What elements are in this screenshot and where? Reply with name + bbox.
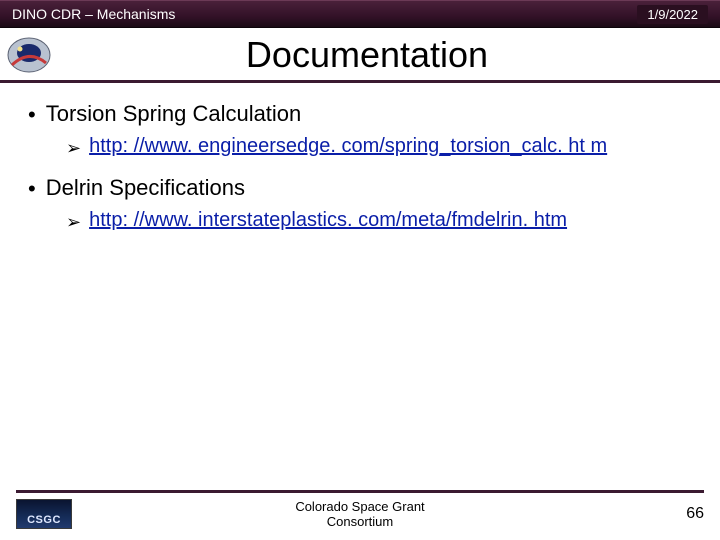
delrin-link[interactable]: http: //www. interstateplastics. com/met… xyxy=(89,209,567,232)
footer: CSGC Colorado Space Grant Consortium 66 xyxy=(0,484,720,540)
bullet-item: • Delrin Specifications xyxy=(28,175,692,203)
title-row: Documentation xyxy=(0,28,720,80)
bullet-icon: • xyxy=(28,101,36,129)
header-date: 1/9/2022 xyxy=(637,5,708,24)
bullet-item: • Torsion Spring Calculation xyxy=(28,101,692,129)
org-logo xyxy=(6,35,52,75)
csgc-logo: CSGC xyxy=(16,499,72,529)
sub-bullet: ➢ http: //www. interstateplastics. com/m… xyxy=(66,209,692,235)
footer-row: CSGC Colorado Space Grant Consortium 66 xyxy=(16,499,704,530)
bullet-icon: • xyxy=(28,175,36,203)
bullet-text: Torsion Spring Calculation xyxy=(46,101,302,127)
page-number: 66 xyxy=(648,505,704,523)
header-bar: DINO CDR – Mechanisms 1/9/2022 xyxy=(0,0,720,28)
footer-org: Colorado Space Grant Consortium xyxy=(72,499,648,530)
footer-org-line2: Consortium xyxy=(72,514,648,530)
sub-bullet: ➢ http: //www. engineersedge. com/spring… xyxy=(66,135,692,161)
header-title: DINO CDR – Mechanisms xyxy=(12,6,175,22)
footer-org-line1: Colorado Space Grant xyxy=(72,499,648,515)
slide: DINO CDR – Mechanisms 1/9/2022 Documenta… xyxy=(0,0,720,540)
footer-divider xyxy=(16,490,704,493)
torsion-spring-link[interactable]: http: //www. engineersedge. com/spring_t… xyxy=(89,135,607,158)
chevron-right-icon: ➢ xyxy=(66,209,81,235)
bullet-text: Delrin Specifications xyxy=(46,175,245,201)
chevron-right-icon: ➢ xyxy=(66,135,81,161)
slide-title: Documentation xyxy=(70,34,710,76)
content-area: • Torsion Spring Calculation ➢ http: //w… xyxy=(0,83,720,484)
